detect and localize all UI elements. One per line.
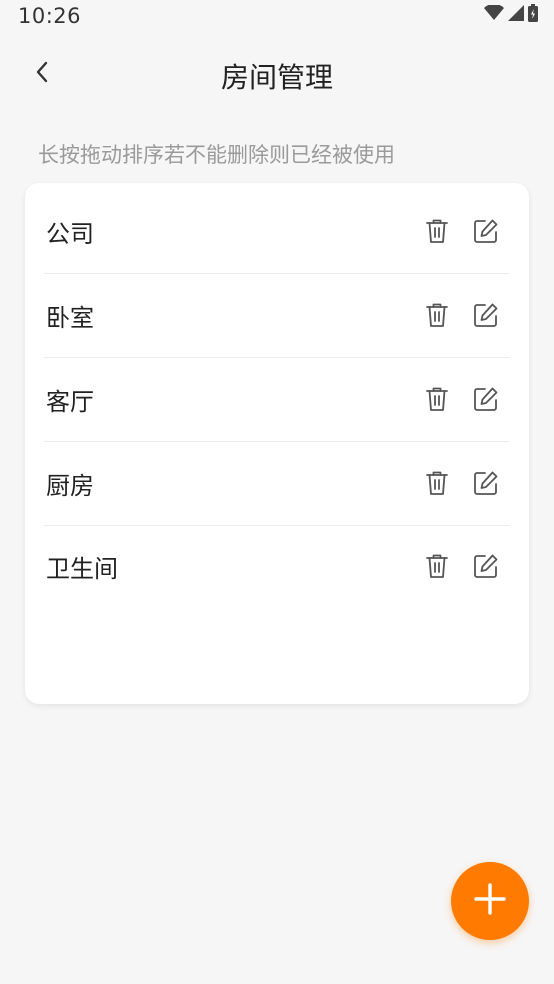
- edit-icon[interactable]: [471, 468, 501, 498]
- trash-icon[interactable]: [422, 468, 452, 498]
- hint-text: 长按拖动排序若不能删除则已经被使用: [38, 143, 395, 167]
- header-bar: 房间管理: [0, 44, 554, 106]
- list-item[interactable]: 公司: [44, 189, 510, 274]
- edit-icon[interactable]: [471, 216, 501, 246]
- add-room-button[interactable]: [451, 862, 529, 940]
- list-item[interactable]: 厨房: [44, 441, 510, 526]
- room-name: 公司: [46, 219, 94, 248]
- status-time: 10:26: [18, 4, 82, 28]
- edit-icon[interactable]: [471, 300, 501, 330]
- trash-icon[interactable]: [422, 384, 452, 414]
- list-item[interactable]: 卫生间: [44, 524, 510, 608]
- status-bar: 10:26: [0, 0, 554, 34]
- room-list-card: 公司 卧室 客厅 厨房 卫生间: [25, 183, 529, 704]
- room-name: 厨房: [46, 471, 94, 500]
- trash-icon[interactable]: [422, 551, 452, 581]
- edit-icon[interactable]: [471, 551, 501, 581]
- edit-icon[interactable]: [471, 384, 501, 414]
- battery-icon: [528, 4, 538, 26]
- page-title: 房间管理: [220, 61, 333, 94]
- trash-icon[interactable]: [422, 216, 452, 246]
- list-item[interactable]: 客厅: [44, 357, 510, 442]
- room-name: 卧室: [46, 303, 94, 332]
- signal-icon: [508, 5, 524, 25]
- trash-icon[interactable]: [422, 300, 452, 330]
- room-name: 客厅: [46, 387, 94, 416]
- list-item[interactable]: 卧室: [44, 273, 510, 358]
- plus-icon: [473, 882, 507, 920]
- status-icons: [484, 3, 538, 26]
- wifi-icon: [484, 3, 504, 25]
- room-name: 卫生间: [46, 554, 118, 583]
